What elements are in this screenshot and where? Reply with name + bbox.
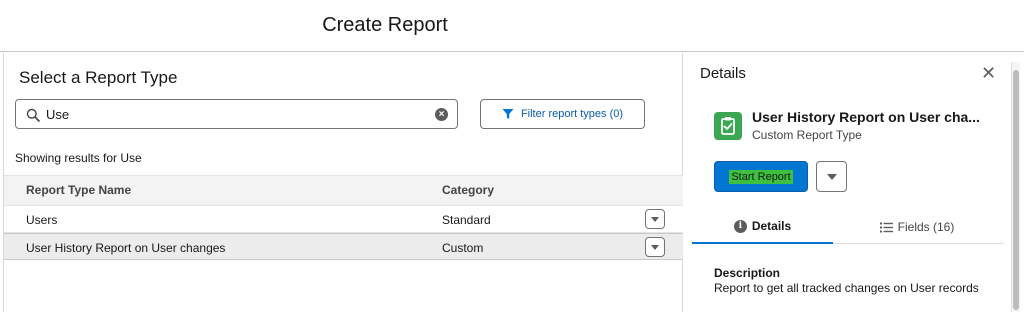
tab-fields[interactable]: Fields (16) [862, 210, 972, 244]
close-icon[interactable]: ✕ [981, 63, 996, 84]
start-report-button[interactable]: Start Report [714, 161, 808, 192]
search-icon [26, 108, 40, 122]
search-box[interactable]: × [15, 99, 458, 129]
table-row[interactable]: User History Report on User changes Cust… [4, 233, 683, 260]
row-category: Standard [442, 213, 491, 227]
modal-header: Create Report [0, 0, 1024, 52]
description-heading: Description [714, 266, 781, 280]
column-header-category[interactable]: Category [442, 183, 494, 197]
results-summary: Showing results for Use [15, 151, 142, 165]
row-menu-button[interactable] [645, 209, 665, 229]
info-icon: i [733, 219, 747, 233]
table-row[interactable]: Users Standard [4, 206, 683, 233]
filter-report-types-button[interactable]: Filter report types (0) [480, 99, 645, 129]
panel-title: Select a Report Type [19, 68, 178, 87]
row-name: Users [26, 213, 58, 227]
scrollbar-thumb[interactable] [1013, 70, 1019, 310]
list-icon [879, 222, 893, 232]
column-header-name[interactable]: Report Type Name [26, 183, 131, 197]
description-text: Report to get all tracked changes on Use… [714, 281, 979, 295]
modal-title: Create Report [322, 14, 448, 36]
search-input[interactable] [46, 104, 426, 124]
details-panel: Details ✕ User History Report on User ch… [684, 53, 1024, 312]
report-type-name: User History Report on User cha... [752, 109, 980, 125]
row-menu-button[interactable] [645, 237, 665, 257]
filter-button-label: Filter report types (0) [520, 108, 624, 120]
report-type-panel: Select a Report Type × Filter report typ… [3, 53, 683, 312]
clear-search-icon[interactable]: × [435, 108, 448, 121]
tab-details[interactable]: i Details [692, 210, 833, 244]
row-category: Custom [442, 241, 484, 255]
details-title: Details [700, 65, 746, 82]
details-tabs: i Details Fields (16) [692, 210, 1004, 244]
more-actions-button[interactable] [816, 161, 847, 192]
tab-fields-label: Fields (16) [897, 220, 955, 234]
row-name: User History Report on User changes [26, 241, 226, 255]
report-type-kind: Custom Report Type [752, 128, 862, 142]
details-scrollbar[interactable] [1011, 62, 1020, 312]
report-type-icon [714, 112, 742, 140]
start-report-label: Start Report [729, 169, 793, 184]
filter-icon [502, 109, 514, 119]
table-header: Report Type Name Category [4, 175, 683, 206]
tab-details-label: Details [751, 219, 792, 233]
